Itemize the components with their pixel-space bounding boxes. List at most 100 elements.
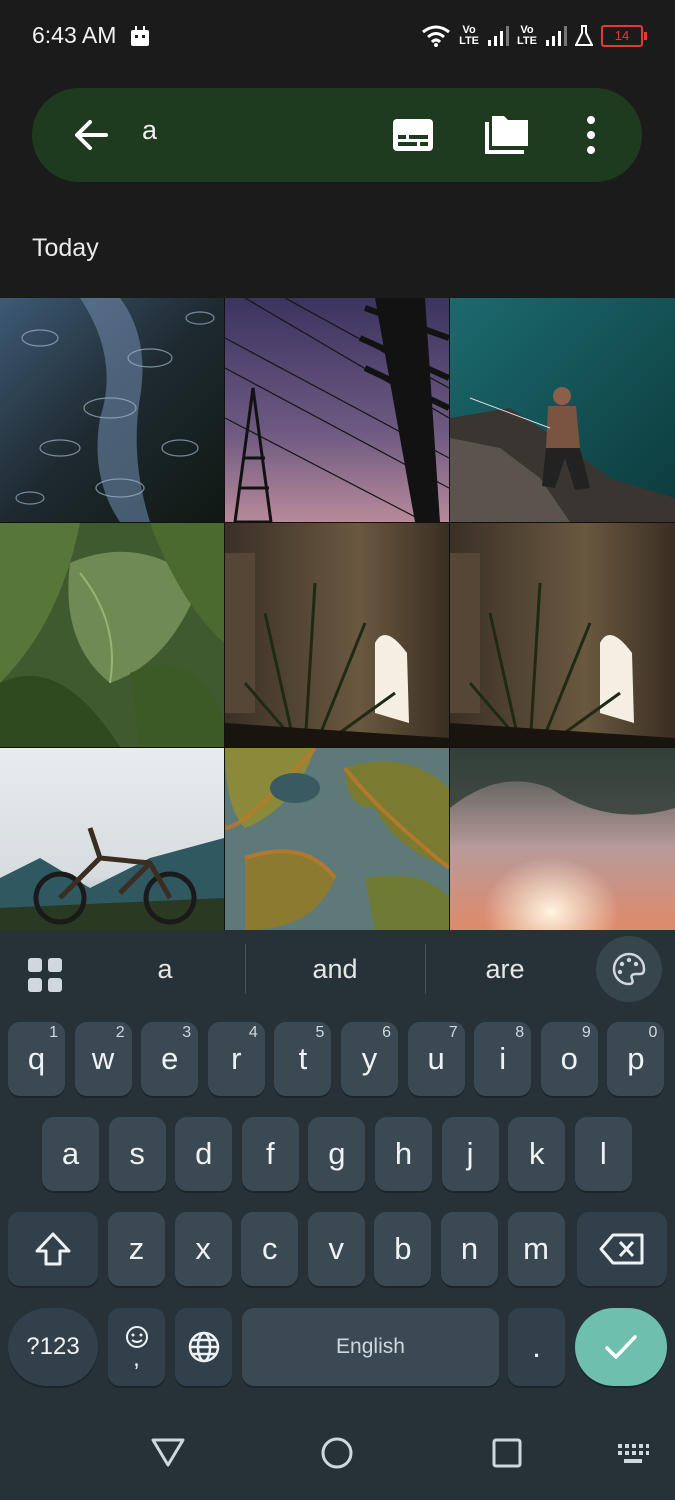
key-label: t bbox=[298, 1041, 308, 1076]
more-options-button[interactable] bbox=[577, 112, 605, 158]
key-x[interactable]: x bbox=[174, 1212, 232, 1286]
language-key[interactable] bbox=[175, 1308, 232, 1386]
nav-recents-button[interactable] bbox=[492, 1438, 522, 1473]
key-d[interactable]: d bbox=[175, 1117, 233, 1191]
key-u[interactable]: u7 bbox=[407, 1022, 465, 1096]
key-o[interactable]: o9 bbox=[540, 1022, 598, 1096]
back-arrow-icon bbox=[75, 120, 108, 150]
status-icons: Vo LTE Vo LTE 14 bbox=[421, 22, 647, 50]
theme-button[interactable] bbox=[596, 936, 662, 1002]
navigation-bar bbox=[0, 1408, 675, 1500]
done-key[interactable] bbox=[575, 1308, 667, 1386]
nav-home-icon bbox=[321, 1437, 353, 1469]
key-f[interactable]: f bbox=[241, 1117, 299, 1191]
key-p[interactable]: p0 bbox=[607, 1022, 665, 1096]
key-label: z bbox=[128, 1231, 145, 1266]
backspace-icon bbox=[599, 1233, 644, 1265]
section-title: Today bbox=[32, 234, 99, 262]
photo-power-lines[interactable] bbox=[225, 298, 449, 522]
key-number-hint: 9 bbox=[581, 1024, 591, 1041]
key-label: s bbox=[129, 1136, 145, 1171]
key-label: k bbox=[528, 1136, 545, 1171]
more-vert-icon bbox=[587, 116, 595, 154]
key-k[interactable]: k bbox=[508, 1117, 566, 1191]
comma-label: , bbox=[133, 1345, 140, 1372]
key-number-hint: 1 bbox=[49, 1024, 58, 1041]
nav-back-icon bbox=[151, 1438, 185, 1467]
android-debug-icon bbox=[128, 24, 152, 53]
key-number-hint: 2 bbox=[115, 1024, 125, 1041]
key-v[interactable]: v bbox=[307, 1212, 365, 1286]
key-e[interactable]: e3 bbox=[141, 1022, 199, 1096]
key-label: r bbox=[231, 1041, 242, 1076]
flask-icon bbox=[575, 25, 593, 46]
search-query[interactable]: a bbox=[142, 115, 157, 146]
nav-home-button[interactable] bbox=[320, 1436, 354, 1475]
period-key[interactable]: . bbox=[508, 1308, 565, 1386]
key-t[interactable]: t5 bbox=[274, 1022, 332, 1096]
suggestion-1[interactable]: a bbox=[100, 946, 230, 992]
photo-green-leaves[interactable] bbox=[0, 523, 224, 747]
shift-key[interactable] bbox=[8, 1212, 98, 1286]
key-number-hint: 6 bbox=[382, 1024, 391, 1041]
key-label: w bbox=[91, 1041, 115, 1076]
key-number-hint: 0 bbox=[648, 1024, 658, 1041]
key-w[interactable]: w2 bbox=[74, 1022, 132, 1096]
key-s[interactable]: s bbox=[108, 1117, 166, 1191]
key-a[interactable]: a bbox=[42, 1117, 99, 1191]
keyboard-switch-button[interactable] bbox=[616, 1442, 650, 1471]
key-label: c bbox=[261, 1231, 278, 1266]
palette-icon bbox=[612, 952, 646, 986]
photo-sunset-clouds[interactable] bbox=[450, 748, 675, 930]
emoji-comma-key[interactable]: , bbox=[108, 1308, 165, 1386]
nav-back-button[interactable] bbox=[150, 1436, 186, 1473]
signal-icon-2 bbox=[546, 26, 567, 46]
keyboard-apps-button[interactable] bbox=[22, 952, 68, 998]
key-n[interactable]: n bbox=[441, 1212, 498, 1286]
key-l[interactable]: l bbox=[574, 1117, 632, 1191]
key-z[interactable]: z bbox=[108, 1212, 165, 1286]
backspace-key[interactable] bbox=[577, 1212, 667, 1286]
photo-plant-window-1[interactable] bbox=[225, 523, 449, 747]
key-g[interactable]: g bbox=[308, 1117, 366, 1191]
key-m[interactable]: m bbox=[507, 1212, 565, 1286]
subtitles-icon bbox=[393, 119, 433, 151]
apps-grid-icon bbox=[28, 958, 62, 992]
key-y[interactable]: y6 bbox=[341, 1022, 398, 1096]
key-label: i bbox=[499, 1041, 507, 1076]
key-i[interactable]: i8 bbox=[474, 1022, 532, 1096]
key-q[interactable]: q1 bbox=[8, 1022, 65, 1096]
photo-plant-window-2[interactable] bbox=[450, 523, 675, 747]
folder-button[interactable] bbox=[484, 112, 532, 154]
key-j[interactable]: j bbox=[441, 1117, 499, 1191]
key-label: j bbox=[466, 1136, 474, 1171]
key-number-hint: 7 bbox=[448, 1024, 458, 1041]
search-bar[interactable]: a bbox=[32, 88, 642, 182]
photo-aerial-landscape[interactable] bbox=[225, 748, 449, 930]
volte-label-2: Vo LTE bbox=[517, 24, 537, 47]
photo-mountain-bike[interactable] bbox=[0, 748, 224, 930]
key-number-hint: 3 bbox=[182, 1024, 192, 1041]
symbols-key[interactable]: ?123 bbox=[8, 1308, 98, 1386]
space-key[interactable]: English bbox=[242, 1308, 499, 1386]
shift-icon bbox=[35, 1232, 71, 1266]
key-label: l bbox=[599, 1136, 607, 1171]
key-b[interactable]: b bbox=[374, 1212, 432, 1286]
key-label: g bbox=[328, 1136, 346, 1171]
photo-rain-puddle[interactable] bbox=[0, 298, 224, 522]
suggestion-2[interactable]: and bbox=[260, 946, 410, 992]
suggestion-3[interactable]: are bbox=[440, 946, 570, 992]
key-label: d bbox=[195, 1136, 213, 1171]
photo-man-by-sea[interactable] bbox=[450, 298, 675, 522]
key-label: m bbox=[523, 1231, 549, 1266]
key-label: . bbox=[532, 1329, 541, 1364]
key-h[interactable]: h bbox=[375, 1117, 432, 1191]
key-label: b bbox=[394, 1231, 412, 1266]
key-c[interactable]: c bbox=[241, 1212, 299, 1286]
key-r[interactable]: r4 bbox=[207, 1022, 265, 1096]
key-number-hint: 4 bbox=[248, 1024, 258, 1041]
back-button[interactable] bbox=[68, 112, 114, 158]
key-label: e bbox=[161, 1041, 179, 1076]
subtitles-button[interactable] bbox=[392, 118, 434, 152]
soft-keyboard: a and are q1w2e3r4t5y6u7i8o9p0asdfghjklz… bbox=[0, 930, 675, 1408]
